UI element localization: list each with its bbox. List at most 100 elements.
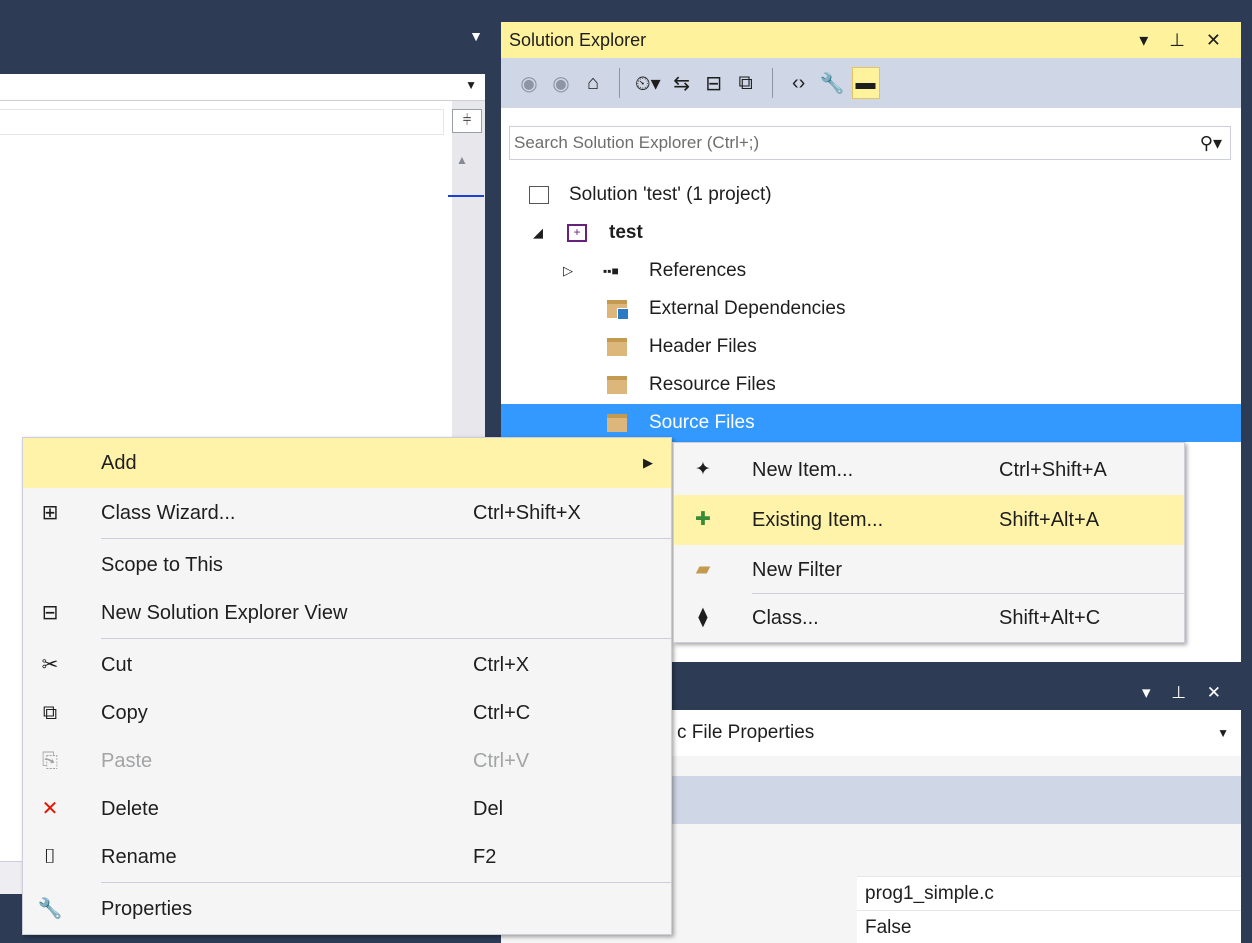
wrench-icon[interactable]: 🔧 xyxy=(817,67,848,99)
menu-separator xyxy=(101,638,671,639)
tree-item-resource-files[interactable]: Resource Files xyxy=(501,366,1241,404)
tree-item-header-files[interactable]: Header Files xyxy=(501,328,1241,366)
editor-dropdown-icon[interactable]: ▼ xyxy=(469,28,483,44)
menu-item-shortcut: Del xyxy=(473,798,504,820)
menu-item-delete[interactable]: ✕ Delete Del xyxy=(23,784,671,834)
new-filter-icon: ▰ xyxy=(695,559,711,580)
collapse-all-icon[interactable]: ⊟ xyxy=(700,67,728,99)
tree-item-solution[interactable]: Solution 'test' (1 project) xyxy=(501,176,1241,214)
search-icon[interactable]: ⚲▾ xyxy=(1200,127,1222,159)
clipboard-icon: ⎘ xyxy=(42,750,58,772)
submenu-item-label: Class... xyxy=(752,607,819,629)
menu-item-copy[interactable]: ⧉ Copy Ctrl+C xyxy=(23,688,671,738)
menu-item-label: New Solution Explorer View xyxy=(101,602,348,624)
menu-item-label: Cut xyxy=(101,654,133,676)
submenu-item-label: New Filter xyxy=(752,559,843,581)
add-submenu: ✦ New Item... Ctrl+Shift+A ✚ Existing It… xyxy=(673,442,1185,643)
menu-item-shortcut: Ctrl+Shift+X xyxy=(473,502,581,524)
rename-icon: ⌷ xyxy=(44,846,56,868)
submenu-item-new-item[interactable]: ✦ New Item... Ctrl+Shift+A xyxy=(674,445,1184,495)
wrench-icon: 🔧 xyxy=(37,898,63,920)
tree-item-external-dependencies[interactable]: External Dependencies xyxy=(501,290,1241,328)
menu-item-paste[interactable]: ⎘ Paste Ctrl+V xyxy=(23,736,671,786)
search-input[interactable]: Search Solution Explorer (Ctrl+;) ⚲▾ xyxy=(509,126,1231,160)
copy-icon: ⧉ xyxy=(42,702,58,724)
submenu-item-label: New Item... xyxy=(752,459,854,481)
menu-item-new-solution-explorer-view[interactable]: ⊟ New Solution Explorer View xyxy=(23,588,671,638)
expanded-arrow-icon[interactable]: ◢ xyxy=(533,214,543,252)
menu-item-label: Copy xyxy=(101,702,148,724)
toolbar-separator xyxy=(619,68,620,98)
editor-strip xyxy=(0,109,444,135)
tree-item-label: References xyxy=(649,260,747,281)
filter-folder-icon xyxy=(607,338,627,356)
menu-item-label: Paste xyxy=(101,750,153,772)
submenu-item-label: Existing Item... xyxy=(752,509,884,531)
filter-folder-icon xyxy=(607,414,627,432)
menu-item-properties[interactable]: 🔧 Properties xyxy=(23,884,671,934)
tree-item-label: Solution 'test' (1 project) xyxy=(569,184,772,205)
submenu-item-new-filter[interactable]: ▰ New Filter xyxy=(674,545,1184,595)
editor-navigation-combo[interactable]: ▼ xyxy=(0,74,485,101)
solution-icon xyxy=(529,186,549,204)
menu-item-label: Class Wizard... xyxy=(101,502,236,524)
folder-icon xyxy=(607,300,629,320)
menu-item-shortcut: Ctrl+X xyxy=(473,654,530,676)
collapsed-arrow-icon[interactable]: ▷ xyxy=(563,252,573,290)
tree-item-label: External Dependencies xyxy=(649,298,846,319)
delete-x-icon: ✕ xyxy=(41,798,59,820)
view-code-icon[interactable]: ‹› xyxy=(785,67,813,99)
class-wizard-icon: ⊞ xyxy=(41,502,59,524)
toolbar-separator xyxy=(771,68,773,98)
solution-explorer-title: Solution Explorer ▾ ⊥ ✕ xyxy=(501,22,1241,58)
property-value[interactable]: prog1_simple.c xyxy=(857,876,1241,910)
menu-item-add[interactable]: Add ▶ xyxy=(23,438,671,488)
submenu-arrow-icon: ▶ xyxy=(643,455,653,470)
tree-item-label: Resource Files xyxy=(649,374,776,395)
menu-item-label: Rename xyxy=(101,846,177,868)
new-item-icon: ✦ xyxy=(695,459,711,480)
project-icon: + xyxy=(567,224,587,242)
pending-changes-icon[interactable]: ⏲▾ xyxy=(632,67,664,99)
property-value[interactable]: False xyxy=(857,910,1241,943)
show-all-files-icon[interactable]: ⧉ xyxy=(732,67,760,99)
context-menu: Add ▶ ⊞ Class Wizard... Ctrl+Shift+X Sco… xyxy=(22,437,672,935)
preview-selected-icon[interactable]: ▬ xyxy=(851,67,880,99)
sync-icon[interactable]: ⇆ xyxy=(668,67,696,99)
class-icon: ⧫ xyxy=(698,607,708,628)
menu-item-label: Properties xyxy=(101,898,193,920)
menu-item-cut[interactable]: ✂ Cut Ctrl+X xyxy=(23,640,671,690)
submenu-item-class[interactable]: ⧫ Class... Shift+Alt+C xyxy=(674,593,1184,643)
forward-icon[interactable]: ◉ xyxy=(547,67,575,99)
submenu-item-shortcut: Ctrl+Shift+A xyxy=(999,459,1107,481)
solution-explorer-toolbar: ◉ ◉ ⌂ ⏲▾ ⇆ ⊟ ⧉ ‹› 🔧 ▬ xyxy=(501,58,1241,108)
submenu-item-existing-item[interactable]: ✚ Existing Item... Shift+Alt+A xyxy=(674,495,1184,545)
scroll-up-icon[interactable]: ▲ xyxy=(456,153,468,167)
chevron-down-icon[interactable]: ▼ xyxy=(1217,710,1229,756)
menu-item-shortcut: Ctrl+V xyxy=(473,750,530,772)
existing-item-icon: ✚ xyxy=(695,509,711,530)
submenu-item-shortcut: Shift+Alt+C xyxy=(999,607,1101,629)
search-placeholder: Search Solution Explorer (Ctrl+;) xyxy=(514,133,760,152)
home-icon[interactable]: ⌂ xyxy=(579,67,607,99)
menu-item-class-wizard[interactable]: ⊞ Class Wizard... Ctrl+Shift+X xyxy=(23,488,671,538)
back-icon[interactable]: ◉ xyxy=(515,67,543,99)
menu-separator xyxy=(101,882,671,883)
tree-item-project[interactable]: ◢ + test xyxy=(501,214,1241,252)
menu-item-rename[interactable]: ⌷ Rename F2 xyxy=(23,832,671,882)
menu-item-shortcut: F2 xyxy=(473,846,497,868)
window-controls[interactable]: ▾ ⊥ ✕ xyxy=(1139,22,1229,58)
solution-explorer-title-text: Solution Explorer xyxy=(509,30,647,50)
menu-item-label: Delete xyxy=(101,798,159,820)
menu-item-shortcut: Ctrl+C xyxy=(473,702,531,724)
tree-item-label: Header Files xyxy=(649,336,757,357)
menu-item-scope-to-this[interactable]: Scope to This xyxy=(23,540,671,590)
chevron-down-icon[interactable]: ▼ xyxy=(465,78,477,92)
submenu-item-shortcut: Shift+Alt+A xyxy=(999,509,1100,531)
tree-item-label: test xyxy=(609,222,643,243)
scroll-marker xyxy=(448,195,484,197)
tree-item-references[interactable]: ▷ ▪▪■ References xyxy=(501,252,1241,290)
split-editor-button[interactable]: ⫩ xyxy=(452,109,482,133)
window-controls[interactable]: ▾ ⊥ ✕ xyxy=(1142,676,1229,710)
editor-titlebar: ▼ xyxy=(0,0,493,74)
